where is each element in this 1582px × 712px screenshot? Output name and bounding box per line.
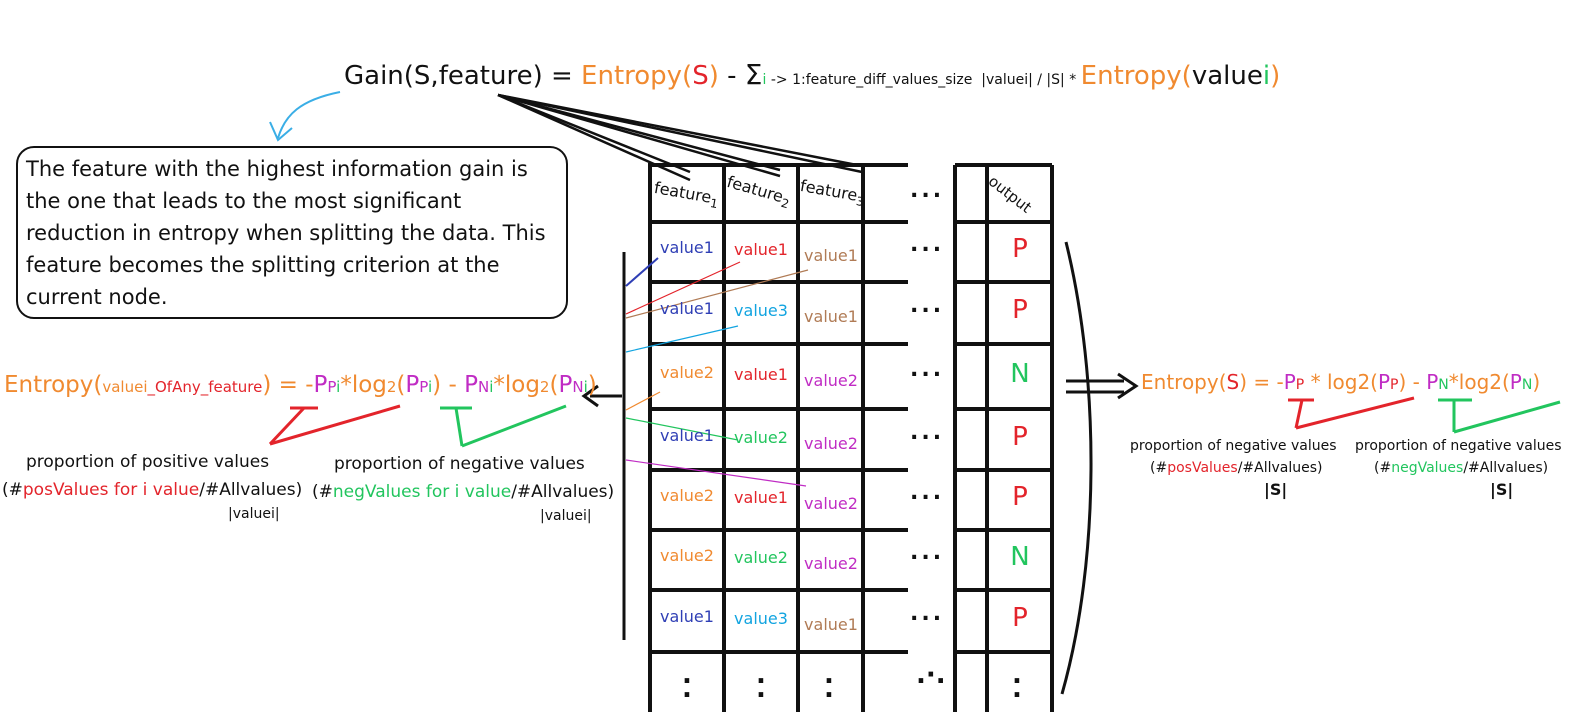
output-cell: N [1010, 542, 1030, 572]
s-left-label: proportion of negative values [1130, 438, 1337, 454]
header-ellipsis: ... [910, 178, 945, 203]
bottom-diag-dots: .·. [916, 660, 946, 690]
table-cell-f2: value1 [734, 240, 788, 259]
right-arrow-head [1117, 372, 1139, 400]
right-neg-connector [1438, 398, 1561, 434]
table-cell-f2: value2 [734, 427, 788, 447]
table-cell-f3: value2 [804, 554, 858, 573]
table-cell-f1: value1 [660, 238, 714, 257]
row-ellipsis: ... [910, 540, 945, 565]
table-cell-f1: value1 [660, 425, 714, 445]
table-cell-f2: value3 [734, 609, 788, 628]
output-cell: N [1010, 358, 1030, 389]
s-entropy-formula: Entropy(S) = -PP * log2(PP) - PN*log2(PN… [1141, 370, 1541, 394]
pos-proportion-label: proportion of positive values [26, 452, 270, 472]
output-cell: P [1012, 421, 1028, 452]
bottom-vdots-3: .. [824, 660, 834, 704]
table-cell-f2: value1 [734, 488, 788, 507]
s-right-formula: (#negValues/#Allvalues) [1374, 460, 1549, 476]
table-cell-f3: value2 [804, 494, 858, 513]
bottom-vdots-1: .. [682, 660, 692, 704]
right-bracket [1060, 241, 1093, 695]
table-cell-f2: value3 [734, 301, 788, 320]
diagram-graphics [268, 91, 1561, 712]
table-cell-f3: value2 [804, 370, 858, 390]
table-cell-f3: value1 [804, 246, 858, 265]
row-ellipsis: ... [910, 419, 945, 445]
bottom-vdots-5: .. [1012, 660, 1022, 704]
table-cell-f2: value1 [734, 364, 788, 384]
table-cell-f2: value2 [734, 548, 788, 567]
table-cell-f3: value1 [804, 615, 858, 634]
table-cell-f1: value2 [660, 546, 714, 565]
table-cell-f3: value1 [804, 307, 858, 326]
right-pos-connector [1288, 396, 1415, 430]
output-cell: P [1012, 234, 1028, 264]
neg-denominator: |valuei| [540, 508, 592, 524]
left-pos-connector [268, 404, 401, 446]
neg-proportion-label: proportion of negative values [334, 454, 585, 474]
row-ellipsis: ... [910, 232, 945, 257]
s-right-label: proportion of negative values [1355, 438, 1562, 454]
table-cell-f1: value2 [660, 486, 714, 505]
s-left-denominator: |S| [1264, 480, 1288, 499]
pos-denominator: |valuei| [228, 506, 280, 522]
output-cell: P [1012, 295, 1028, 325]
s-right-denominator: |S| [1490, 480, 1514, 499]
row-ellipsis: ... [910, 601, 945, 626]
bottom-vdots-2: .. [756, 660, 766, 704]
row-ellipsis: ... [910, 356, 945, 382]
table-cell-f1: value1 [660, 299, 714, 318]
table-cell-f3: value2 [804, 433, 858, 453]
row-ellipsis: ... [910, 480, 945, 505]
s-left-formula: (#posValues/#Allvalues) [1150, 460, 1323, 476]
neg-proportion-formula: (#negValues for i value/#Allvalues) [312, 482, 615, 502]
table-cell-f1: value2 [660, 362, 714, 382]
table-cell-f1: value1 [660, 607, 714, 626]
value-entropy-formula: Entropy(valuei_OfAny_feature) = -PPi*log… [4, 372, 597, 398]
output-cell: P [1012, 482, 1028, 512]
pos-proportion-formula: (#posValues for i value/#Allvalues) [2, 480, 303, 500]
left-neg-connector [440, 404, 567, 448]
output-cell: P [1012, 603, 1028, 633]
feature-pointer-lines [497, 93, 863, 182]
row-ellipsis: ... [910, 293, 945, 318]
